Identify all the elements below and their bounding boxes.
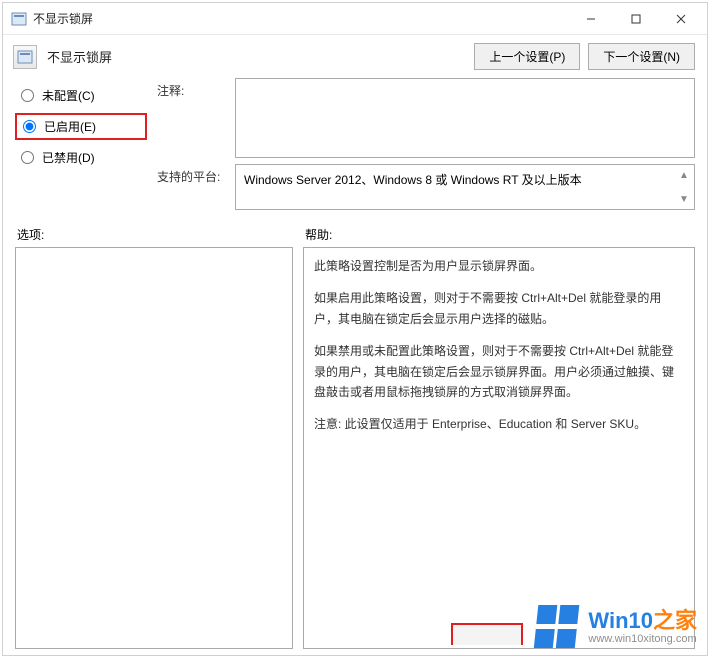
help-paragraph: 如果禁用或未配置此策略设置，则对于不需要按 Ctrl+Alt+Del 就能登录的… xyxy=(314,341,684,402)
state-radio-group: 未配置(C) 已启用(E) 已禁用(D) xyxy=(15,78,147,216)
scroll-down-icon[interactable]: ▼ xyxy=(676,191,692,207)
policy-icon xyxy=(11,11,27,27)
supported-platforms-box: Windows Server 2012、Windows 8 或 Windows … xyxy=(235,164,695,210)
maximize-button[interactable] xyxy=(613,5,658,33)
close-button[interactable] xyxy=(658,5,703,33)
radio-disabled-input[interactable] xyxy=(21,151,34,164)
ok-button-highlight xyxy=(451,623,523,645)
scroll-up-icon[interactable]: ▲ xyxy=(676,167,692,183)
previous-setting-button[interactable]: 上一个设置(P) xyxy=(474,43,580,70)
options-panel xyxy=(15,247,293,649)
titlebar: 不显示锁屏 xyxy=(3,3,707,35)
help-paragraph: 如果启用此策略设置，则对于不需要按 Ctrl+Alt+Del 就能登录的用户，其… xyxy=(314,288,684,329)
subheader: 不显示锁屏 上一个设置(P) 下一个设置(N) xyxy=(3,35,707,76)
radio-enabled-label: 已启用(E) xyxy=(44,118,96,135)
help-paragraph: 注意: 此设置仅适用于 Enterprise、Education 和 Serve… xyxy=(314,414,684,434)
radio-not-configured-input[interactable] xyxy=(21,89,34,102)
supported-platforms-text: Windows Server 2012、Windows 8 或 Windows … xyxy=(244,173,582,187)
comment-textarea[interactable] xyxy=(235,78,695,158)
policy-large-icon xyxy=(13,45,37,69)
radio-not-configured-label: 未配置(C) xyxy=(42,87,95,104)
policy-title: 不显示锁屏 xyxy=(47,47,464,66)
comment-label: 注释: xyxy=(157,78,225,99)
next-setting-button[interactable]: 下一个设置(N) xyxy=(588,43,695,70)
radio-enabled-input[interactable] xyxy=(23,120,36,133)
radio-disabled[interactable]: 已禁用(D) xyxy=(15,146,147,169)
help-panel: 此策略设置控制是否为用户显示锁屏界面。 如果启用此策略设置，则对于不需要按 Ct… xyxy=(303,247,695,649)
help-paragraph: 此策略设置控制是否为用户显示锁屏界面。 xyxy=(314,256,684,276)
platform-label: 支持的平台: xyxy=(157,164,225,185)
minimize-button[interactable] xyxy=(568,5,613,33)
radio-not-configured[interactable]: 未配置(C) xyxy=(15,84,147,107)
options-label: 选项: xyxy=(17,226,295,243)
radio-enabled[interactable]: 已启用(E) xyxy=(15,113,147,140)
radio-disabled-label: 已禁用(D) xyxy=(42,149,95,166)
help-label: 帮助: xyxy=(305,226,332,243)
window-title: 不显示锁屏 xyxy=(33,10,568,27)
